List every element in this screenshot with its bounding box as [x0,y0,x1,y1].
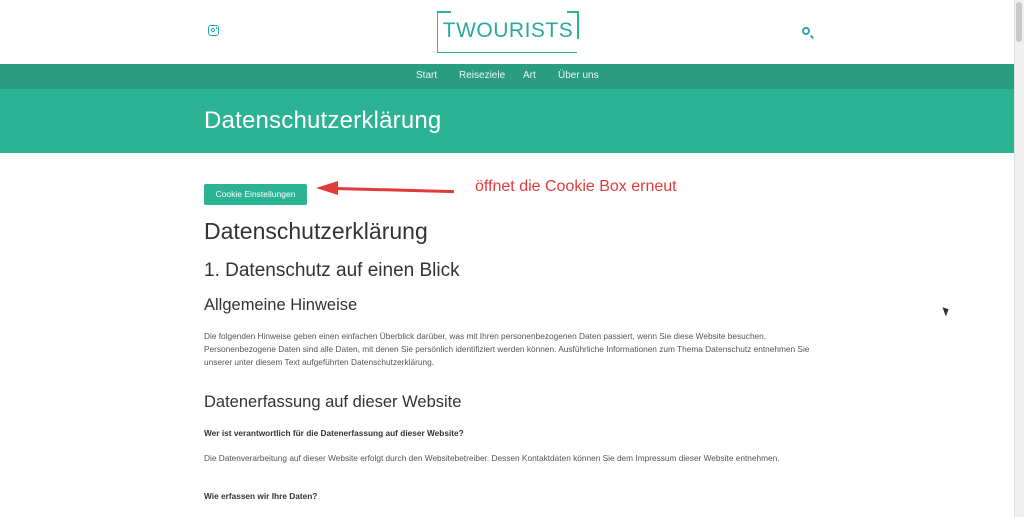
question-responsible: Wer ist verantwortlich für die Datenerfa… [204,428,464,438]
nav-item-start[interactable]: Start [416,70,437,81]
page: TWOURISTS Start Reiseziele Art Über uns … [0,0,1015,517]
mouse-cursor [942,305,951,317]
scrollbar-thumb[interactable] [1016,2,1022,42]
cookie-settings-button[interactable]: Cookie Einstellungen [204,184,307,205]
scrollbar[interactable] [1014,0,1024,517]
instagram-icon[interactable] [208,25,219,36]
main-nav: Start Reiseziele Art Über uns [0,64,1015,89]
question-how-collect: Wie erfassen wir Ihre Daten? [204,491,318,501]
annotation-arrow-head [316,181,338,195]
answer-responsible: Die Datenverarbeitung auf dieser Website… [204,453,780,463]
site-header: TWOURISTS [0,0,1015,64]
nav-item-ueber-uns[interactable]: Über uns [558,70,599,81]
annotation-arrow [335,187,454,194]
logo-text: TWOURISTS [442,19,574,42]
annotation-text: öffnet die Cookie Box erneut [475,178,677,195]
nav-item-art[interactable]: Art [523,70,536,81]
section-heading: 1. Datenschutz auf einen Blick [204,260,460,281]
search-icon[interactable] [802,27,810,35]
page-hero: Datenschutzerklärung [0,89,1015,153]
site-logo[interactable]: TWOURISTS [436,11,579,53]
nav-item-reiseziele[interactable]: Reiseziele [459,70,505,81]
content-heading: Datenschutzerklärung [204,218,428,244]
subsection-heading-general: Allgemeine Hinweise [204,296,358,314]
page-title: Datenschutzerklärung [204,107,442,134]
general-notes-text: Die folgenden Hinweise geben einen einfa… [204,331,810,367]
subsection-heading-data-collection: Datenerfassung auf dieser Website [204,393,462,411]
